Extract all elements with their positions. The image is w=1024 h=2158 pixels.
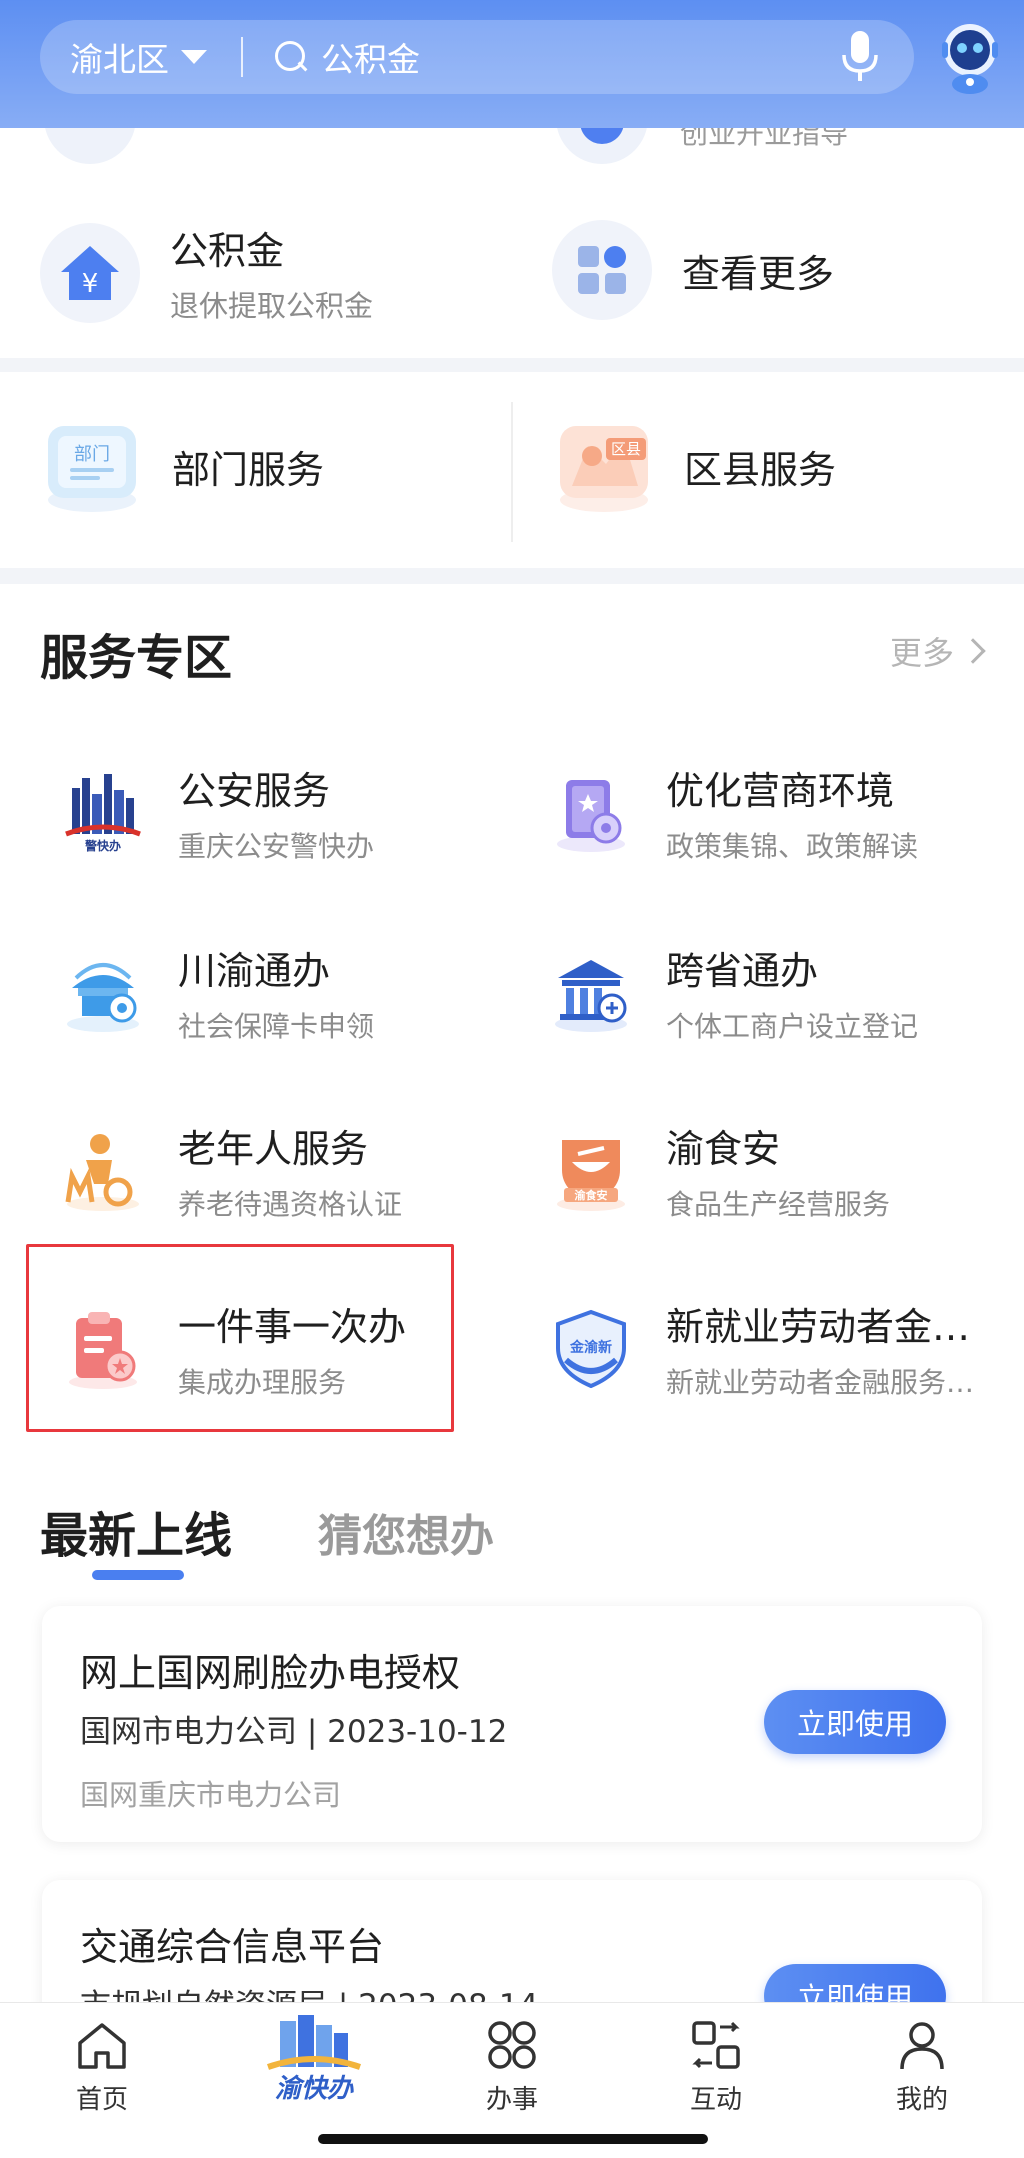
elderly-icon	[65, 1133, 139, 1211]
zone-item-title: 优化营商环境	[666, 769, 895, 813]
home-indicator	[318, 2134, 708, 2144]
zone-item-business[interactable]: 优化营商环境 政策集锦、政策解读	[546, 760, 986, 865]
highlight-box	[26, 1244, 454, 1432]
nav-yukuaiban[interactable]: 渝快办	[248, 2013, 380, 2113]
zone-item-police[interactable]: 警快办 公安服务 重庆公安警快办	[58, 760, 498, 865]
dept-service-button[interactable]: 部门 部门服务	[40, 416, 324, 516]
region-selector[interactable]: 渝北区	[40, 33, 207, 81]
grid-more-icon	[552, 220, 652, 320]
county-map-icon: 区县	[560, 426, 648, 512]
card-meta: 国网市电力公司 | 2023-10-12	[80, 1714, 508, 1750]
service-subtitle: 退休提取公积金	[170, 289, 374, 323]
zone-item-subtitle: 养老待遇资格认证	[178, 1188, 403, 1221]
caret-down-icon	[181, 50, 207, 64]
department-icon: 部门	[48, 426, 136, 512]
row-divider	[511, 402, 513, 542]
svg-text:¥: ¥	[82, 269, 99, 299]
service-zone-more-link[interactable]: 更多	[890, 628, 986, 674]
nav-mine[interactable]: 我的	[862, 2017, 982, 2116]
card-title: 网上国网刷脸办电授权	[80, 1651, 461, 1695]
svg-text:金渝新: 金渝新	[569, 1339, 612, 1356]
service-title: 查看更多	[682, 251, 835, 296]
microphone-icon[interactable]	[838, 29, 882, 85]
cross-province-icon	[555, 959, 627, 1032]
nav-label: 互动	[689, 2085, 742, 2115]
use-now-button[interactable]: 立即使用	[764, 1690, 946, 1754]
zone-item-new-employment[interactable]: 金渝新 新就业劳动者金… 新就业劳动者金融服务…	[546, 1296, 986, 1401]
zone-item-subtitle: 重庆公安警快办	[178, 830, 375, 863]
card-org: 国网重庆市电力公司	[80, 1778, 342, 1812]
more-label: 更多	[890, 634, 955, 672]
svg-text:渝快办: 渝快办	[275, 2074, 354, 2104]
user-icon	[900, 2022, 944, 2070]
partial-service-label: 创业开业指导	[680, 128, 849, 150]
zone-item-subtitle: 食品生产经营服务	[666, 1188, 891, 1221]
zone-item-chuanyu[interactable]: 川渝通办 社会保障卡申领	[58, 940, 498, 1045]
top-services: 创业开业指导 ¥ 公积金 退休提取公积金 查看更多	[0, 108, 1024, 358]
service-card[interactable]: 网上国网刷脸办电授权 国网市电力公司 | 2023-10-12 国网重庆市电力公…	[42, 1606, 982, 1842]
zone-item-subtitle: 新就业劳动者金融服务…	[666, 1366, 975, 1399]
service-title: 公积金	[170, 229, 285, 273]
county-service-button[interactable]: 区县 区县服务	[552, 416, 836, 516]
zone-item-subtitle: 社会保障卡申领	[178, 1010, 375, 1043]
police-icon: 警快办	[65, 773, 141, 853]
house-yuan-icon: ¥	[40, 222, 140, 323]
nav-label: 首页	[75, 2085, 128, 2115]
food-safety-icon: 渝食安	[557, 1139, 625, 1211]
svg-text:部门: 部门	[74, 444, 110, 465]
county-service-label: 区县服务	[684, 447, 837, 492]
zone-item-title: 新就业劳动者金…	[666, 1305, 971, 1349]
svg-text:警快办: 警快办	[84, 838, 121, 853]
section-separator	[0, 568, 1024, 584]
dept-county-row: 部门 部门服务 区县 区县服务	[0, 372, 1024, 568]
zone-item-title: 老年人服务	[178, 1127, 369, 1171]
svg-text:渝食安: 渝食安	[575, 1188, 608, 1202]
chuanyu-icon	[67, 962, 139, 1032]
nav-label: 我的	[895, 2085, 948, 2115]
zone-item-cross-province[interactable]: 跨省通办 个体工商户设立登记	[546, 940, 986, 1045]
business-icon	[557, 779, 625, 852]
robot-avatar-icon[interactable]	[930, 16, 1010, 96]
search-icon	[273, 39, 309, 75]
zone-item-title: 渝食安	[666, 1127, 781, 1171]
tab-latest[interactable]: 最新上线	[40, 1496, 232, 1566]
nav-interact[interactable]: 互动	[656, 2017, 776, 2116]
nav-home[interactable]: 首页	[42, 2017, 162, 2116]
nav-label: 办事	[485, 2085, 538, 2115]
zone-item-subtitle: 政策集锦、政策解读	[666, 830, 919, 863]
zone-item-subtitle: 个体工商户设立登记	[666, 1010, 919, 1043]
service-zone-title: 服务专区	[40, 630, 233, 686]
zone-item-title: 川渝通办	[178, 949, 331, 993]
new-employment-icon: 金渝新	[556, 1309, 626, 1388]
nav-services[interactable]: 办事	[452, 2017, 572, 2116]
service-housing-fund[interactable]: ¥ 公积金 退休提取公积金	[40, 220, 373, 325]
region-label: 渝北区	[70, 40, 169, 79]
search-bar[interactable]: 渝北区 公积金	[40, 20, 914, 94]
interact-icon	[692, 2021, 740, 2069]
card-title: 交通综合信息平台	[80, 1925, 385, 1969]
zone-item-food-safety[interactable]: 渝食安 渝食安 食品生产经营服务	[546, 1118, 986, 1223]
tab-active-indicator	[92, 1570, 184, 1580]
tab-guess[interactable]: 猜您想办	[318, 1500, 494, 1564]
top-header: 渝北区 公积金	[0, 0, 1024, 128]
grid-icon	[488, 2021, 536, 2069]
service-view-more[interactable]: 查看更多	[552, 220, 834, 320]
zone-item-title: 跨省通办	[666, 949, 819, 993]
zone-item-title: 公安服务	[178, 769, 331, 813]
yukuaiban-logo: 渝快办	[267, 2015, 361, 2104]
chevron-right-icon	[960, 638, 986, 664]
search-input[interactable]: 公积金	[321, 33, 838, 81]
zone-item-elderly[interactable]: 老年人服务 养老待遇资格认证	[58, 1118, 498, 1223]
home-icon	[78, 2023, 126, 2069]
svg-text:区县: 区县	[611, 440, 641, 458]
dept-service-label: 部门服务	[172, 447, 325, 492]
search-divider	[241, 37, 243, 77]
